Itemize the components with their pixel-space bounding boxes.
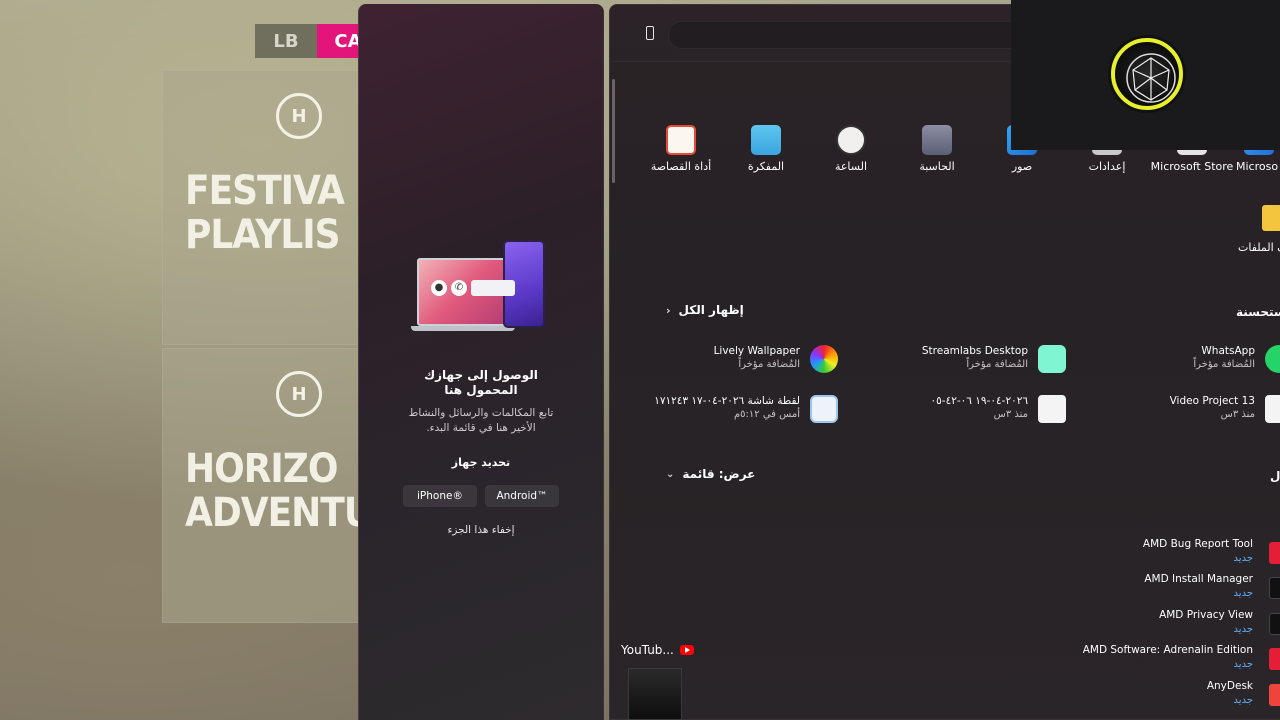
iphone-button[interactable]: iPhone® <box>403 485 477 507</box>
app-list-item[interactable]: AnyDesk جديد <box>1010 680 1280 712</box>
android-button[interactable]: Android™ <box>485 485 559 507</box>
bell-icon: ● <box>431 280 447 296</box>
lively-wallpaper-icon <box>810 345 838 373</box>
folder-icon[interactable] <box>1262 205 1280 231</box>
horizon-adventure-tile[interactable]: H HORIZO ADVENTU <box>162 348 373 623</box>
amd-adrenalin-icon <box>1269 648 1280 670</box>
recommended-item[interactable]: ٢٠٢٦-٠٤-١٩ ٠٦-٤٢-٠٥ منذ ٣س <box>866 393 1066 427</box>
ticket-badge-icon: H <box>276 371 322 417</box>
recommended-item[interactable]: Lively Wallpaper المُضافة مؤخراً <box>638 343 838 377</box>
recommended-item[interactable]: Video Project 13 منذ ٣س <box>1092 393 1280 427</box>
taskbar-preview-thumbnail[interactable] <box>628 668 682 720</box>
app-list-item[interactable]: AMD Software: Adrenalin Edition جديد <box>1010 644 1280 676</box>
anydesk-icon <box>1269 684 1280 706</box>
pinned-app-snipping-tool[interactable]: أداة القصاصة <box>636 125 726 173</box>
whatsapp-icon <box>1265 345 1280 373</box>
image-file-icon <box>810 395 838 423</box>
message-icon <box>471 280 515 296</box>
video-project-icon <box>1265 395 1280 423</box>
phone-link-panel: ● ✆ الوصول إلى جهازك المحمول هنا تابع ال… <box>358 4 604 720</box>
notepad-icon <box>751 125 781 155</box>
tile-title: FESTIVA PLAYLIS <box>185 169 345 257</box>
phone-link-toggle-button[interactable] <box>640 23 660 43</box>
amd-icon <box>1269 542 1280 564</box>
amd-install-icon <box>1269 577 1280 599</box>
search-input[interactable] <box>668 21 1068 49</box>
game-tab-lb[interactable]: LB <box>255 24 317 58</box>
streamer-overlay <box>1011 0 1280 150</box>
chevron-left-icon: ‹ <box>666 303 671 317</box>
recommended-header: ستحسنة <box>1236 305 1280 319</box>
view-mode-dropdown[interactable]: عرض: قائمة ⌄ <box>666 467 755 481</box>
chevron-down-icon: ⌄ <box>666 468 675 480</box>
pinned-app-calculator[interactable]: الحاسبة <box>892 125 982 173</box>
show-all-button[interactable]: إظهار الكل ‹ <box>666 303 744 317</box>
video-file-icon <box>1038 395 1066 423</box>
horizon-badge-icon: H <box>276 93 322 139</box>
pinned-app-clock[interactable]: الساعة <box>806 125 896 173</box>
hide-section-link[interactable]: إخفاء هذا الجزء <box>359 524 603 536</box>
snipping-tool-icon <box>666 125 696 155</box>
youtube-icon <box>679 645 694 655</box>
call-icon: ✆ <box>451 280 467 296</box>
tile-title: HORIZO ADVENTU <box>185 447 373 535</box>
scrollbar[interactable] <box>612 79 615 183</box>
calculator-icon <box>922 125 952 155</box>
app-list-item[interactable]: AMD Install Manager جديد <box>1010 573 1280 605</box>
file-explorer-label[interactable]: ف الملفات <box>1238 241 1280 254</box>
phone-icon <box>646 26 654 40</box>
channel-logo-icon <box>1111 38 1183 110</box>
recommended-item[interactable]: Streamlabs Desktop المُضافة مؤخراً <box>866 343 1066 377</box>
amd-privacy-icon <box>1269 613 1280 635</box>
recommended-item[interactable]: WhatsApp المُضافة مؤخراً <box>1092 343 1280 377</box>
taskbar-preview-title[interactable]: YouTub... <box>621 643 694 657</box>
phone-link-illustration: ● ✆ <box>411 240 549 332</box>
streamlabs-icon <box>1038 345 1066 373</box>
phone-panel-title: الوصول إلى جهازك المحمول هنا <box>424 368 538 397</box>
all-apps-header: ل <box>1270 469 1280 483</box>
app-list-item[interactable]: AMD Bug Report Tool جديد <box>1010 538 1280 570</box>
pinned-app-notepad[interactable]: المفكرة <box>721 125 811 173</box>
clock-icon <box>836 125 866 155</box>
choose-device-label: تحديد جهاز <box>451 456 511 469</box>
phone-panel-description: تابع المكالمات والرسائل والنشاط الأخير ه… <box>408 407 554 434</box>
festival-playlist-tile[interactable]: H FESTIVA PLAYLIS <box>162 70 362 345</box>
recommended-item[interactable]: لقطة شاشة ٢٠٢٦-٠٤-١٧ ١٧١٢٤٣ أمس في ٥:١٢م <box>638 393 838 427</box>
app-list-item[interactable]: AMD Privacy View جديد <box>1010 609 1280 641</box>
